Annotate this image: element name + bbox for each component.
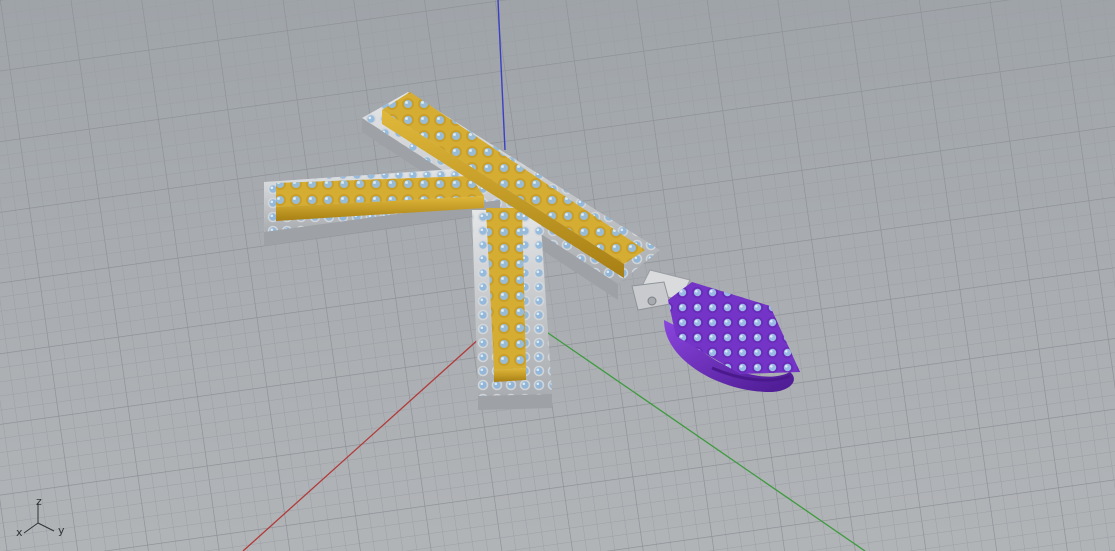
construction-grid: [0, 0, 1115, 551]
perspective-viewport[interactable]: z x y: [0, 0, 1115, 551]
scene-canvas[interactable]: [0, 0, 1115, 551]
gizmo-x-label: x: [16, 526, 23, 539]
gizmo-z-label: z: [36, 495, 42, 508]
axis-orientation-gizmo: z x y: [8, 493, 78, 543]
gizmo-y-label: y: [58, 524, 65, 537]
